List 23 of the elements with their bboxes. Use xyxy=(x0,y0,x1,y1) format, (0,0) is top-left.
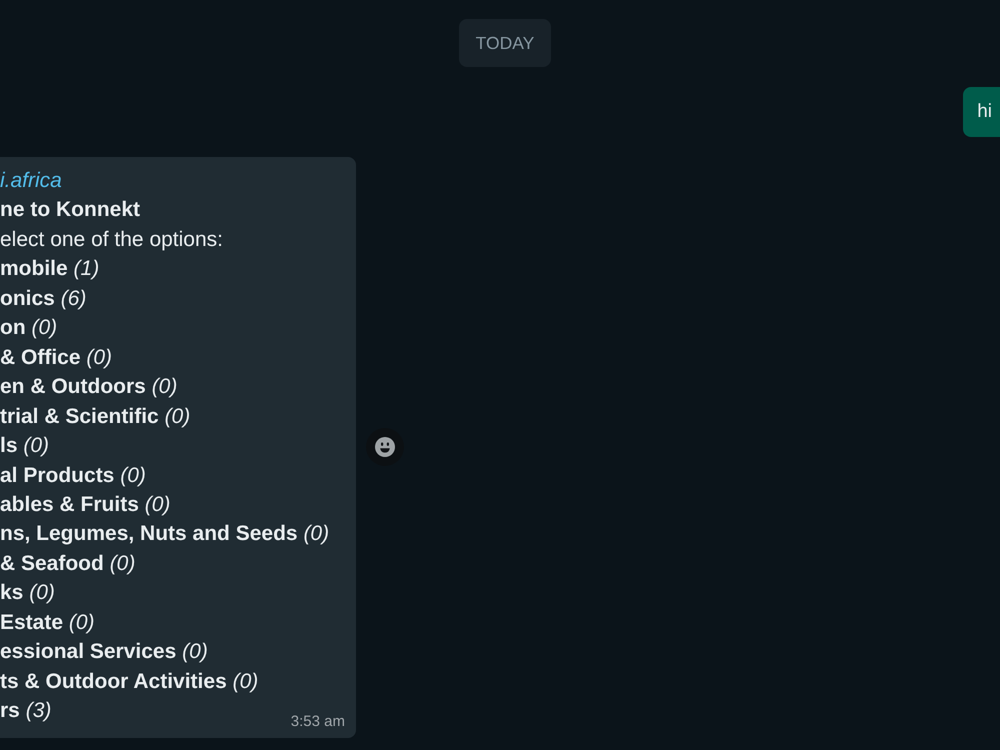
option-line: essional Services (0) xyxy=(0,639,208,666)
reaction-button[interactable] xyxy=(366,428,404,466)
outgoing-message: hi xyxy=(963,87,1000,137)
option-line: on (0) xyxy=(0,315,58,342)
message-time: 3:53 am xyxy=(290,712,345,731)
message-text: elect one of the options: xyxy=(0,226,223,253)
option-line: & Office (0) xyxy=(0,344,112,371)
option-line: ables & Fruits (0) xyxy=(0,492,170,518)
option-line: ks (0) xyxy=(0,580,55,606)
option-line: onics (6) xyxy=(0,286,86,312)
option-line: & Seafood (0) xyxy=(0,550,136,577)
option-line: mobile (1) xyxy=(0,256,100,282)
option-line: trial & Scientific (0) xyxy=(0,404,190,430)
sender-link[interactable]: i.africa xyxy=(0,166,62,196)
option-line: al Products (0) xyxy=(0,462,146,489)
message-title: ne to Konnekt xyxy=(0,197,140,224)
option-line: Estate (0) xyxy=(0,610,95,636)
smiley-icon xyxy=(375,437,395,458)
option-line: ls (0) xyxy=(0,433,50,460)
option-line: en & Outdoors (0) xyxy=(0,374,178,400)
option-line: ns, Legumes, Nuts and Seeds (0) xyxy=(0,521,330,548)
option-line: ts & Outdoor Activities (0) xyxy=(0,668,258,695)
option-line: rs (3) xyxy=(0,698,52,724)
